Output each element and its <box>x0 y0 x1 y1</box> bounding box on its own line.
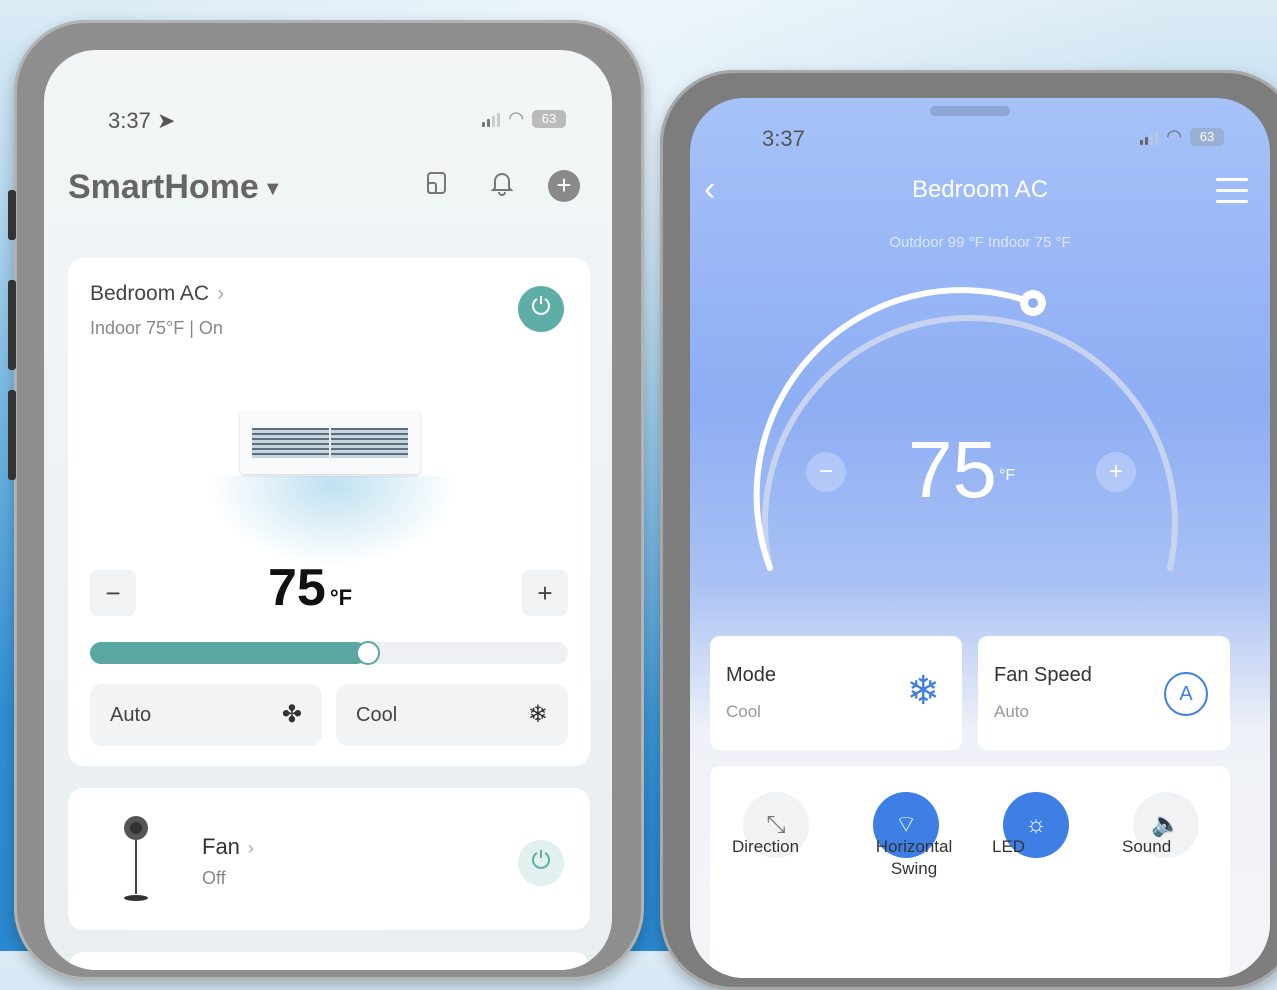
battery-icon: 63 <box>1190 127 1224 146</box>
temperature-display: 75 °F <box>908 425 1016 514</box>
phone-right: 3:37 ◠ 63 ‹ Bedroom AC Outdoor 99 °F Ind… <box>660 70 1277 990</box>
airflow-illustration <box>208 476 458 566</box>
increase-temp-button[interactable]: + <box>1096 452 1136 492</box>
direction-button[interactable]: ⤡ Direction <box>716 792 836 858</box>
power-icon <box>532 850 550 869</box>
device-status: Off <box>202 868 226 888</box>
add-device-icon[interactable]: + <box>548 170 580 202</box>
mode-value: Cool <box>726 702 761 721</box>
status-icons: ◠ 63 <box>482 108 566 129</box>
ac-detail-screen: 3:37 ◠ 63 ‹ Bedroom AC Outdoor 99 °F Ind… <box>690 98 1270 978</box>
snowflake-icon: ❄ <box>906 669 940 713</box>
increase-temp-button[interactable]: + <box>522 570 568 616</box>
device-name[interactable]: Fan › <box>202 834 254 860</box>
fan-speed-label: Fan Speed <box>994 664 1092 686</box>
wifi-icon: ◠ <box>508 108 524 128</box>
led-button[interactable]: ☼ LED <box>976 792 1096 858</box>
home-selector[interactable]: SmartHome ▼ <box>68 168 283 207</box>
menu-icon[interactable] <box>1216 178 1248 204</box>
wifi-icon: ◠ <box>1166 126 1182 146</box>
status-icons: ◠ 63 <box>1140 126 1224 147</box>
fan-speed-tile[interactable]: Fan Speed Auto A <box>978 636 1230 750</box>
status-time: 3:37 <box>762 126 805 151</box>
ac-unit-image <box>240 412 420 474</box>
chevron-right-icon: › <box>247 838 254 858</box>
slider-thumb[interactable] <box>356 641 381 665</box>
location-arrow-icon: ➤ <box>156 108 176 133</box>
side-button <box>8 190 16 240</box>
fan-speed-value: Auto <box>994 702 1029 721</box>
caret-down-icon: ▼ <box>262 177 283 200</box>
controls-panel: ⤡ Direction ⌔ Horizontal Swing ☼ LED 🔈 S… <box>710 766 1230 978</box>
home-screen: 3:37 ➤ ◠ 63 SmartHome ▼ + Bedroom AC › Ind… <box>44 50 612 970</box>
power-button[interactable] <box>518 286 564 332</box>
power-icon <box>532 296 550 315</box>
temperature-unit: °F <box>998 466 1016 484</box>
mode-tile[interactable]: Mode Cool ❄ <box>710 636 962 750</box>
mode-auto-button[interactable]: Auto ✤ <box>90 684 322 746</box>
device-name[interactable]: Bedroom AC › <box>90 282 224 306</box>
device-status: Indoor 75°F | On <box>90 318 223 338</box>
side-button <box>8 390 16 480</box>
decrease-temp-button[interactable]: − <box>806 452 846 492</box>
dynamic-island <box>930 106 1010 116</box>
phone-left: 3:37 ➤ ◠ 63 SmartHome ▼ + Bedroom AC › Ind… <box>8 20 644 980</box>
mode-cool-button[interactable]: Cool ❄ <box>336 684 568 746</box>
outdoor-indoor-readout: Outdoor 99 °F Indoor 75 °F <box>889 234 1071 251</box>
page-title: SmartHome <box>68 168 259 206</box>
mode-label: Mode <box>726 664 777 686</box>
side-button <box>8 280 16 370</box>
temperature-unit: °F <box>329 585 353 610</box>
fan-device-card[interactable]: Fan › Off <box>68 788 590 930</box>
chevron-right-icon: › <box>217 282 225 305</box>
slider-fill <box>90 642 368 664</box>
horizontal-swing-button[interactable]: ⌔ Horizontal Swing <box>846 792 966 878</box>
bell-icon[interactable] <box>486 170 518 202</box>
battery-icon: 63 <box>532 109 566 128</box>
status-time: 3:37 ➤ <box>108 108 176 133</box>
snowflake-icon: ❄ <box>527 701 548 728</box>
auto-fan-icon: A <box>1164 672 1208 716</box>
sound-button[interactable]: 🔈 Sound <box>1106 792 1226 858</box>
signal-icon <box>482 111 501 127</box>
temperature-slider[interactable] <box>90 641 568 665</box>
ac-device-card[interactable]: Bedroom AC › Indoor 75°F | On − 75 °F + Au… <box>68 258 590 766</box>
fan-icon: ✤ <box>281 701 302 728</box>
signal-icon <box>1140 129 1159 145</box>
temperature-display: 75 °F <box>268 559 353 617</box>
cast-icon[interactable] <box>420 170 452 202</box>
decrease-temp-button[interactable]: − <box>90 570 136 616</box>
next-device-card[interactable] <box>68 952 590 970</box>
standing-fan-image <box>124 816 148 901</box>
page-title: Bedroom AC <box>911 176 1049 203</box>
power-button[interactable] <box>518 840 564 886</box>
